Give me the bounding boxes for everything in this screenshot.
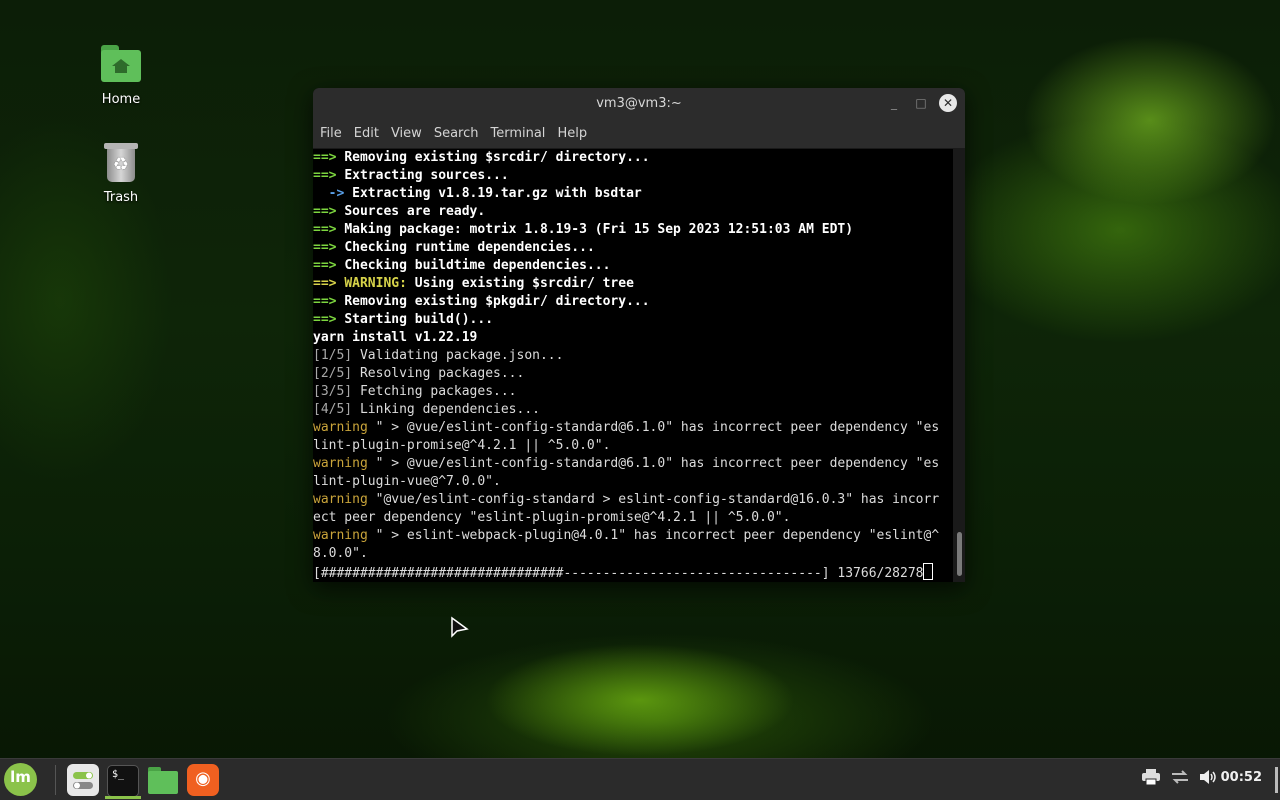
progress-text: [###############################--------…: [313, 566, 924, 581]
terminal-line: -> Extracting v1.8.19.tar.gz with bsdtar: [313, 186, 642, 201]
mint-menu-icon[interactable]: lm: [4, 763, 37, 796]
terminal-icon[interactable]: $_: [107, 765, 139, 797]
trash-icon: ♻: [99, 140, 143, 184]
scrollbar-thumb[interactable]: [957, 532, 962, 576]
menu-view[interactable]: View: [386, 126, 427, 141]
terminal-line: yarn install v1.22.19: [313, 330, 478, 345]
menu-edit[interactable]: Edit: [349, 126, 384, 141]
menubar: File Edit View Search Terminal Help: [313, 119, 965, 149]
terminal-line: ==> Checking buildtime dependencies...: [313, 258, 611, 273]
desktop-icon-label: Home: [101, 92, 141, 107]
firefox-icon[interactable]: ◉: [187, 764, 219, 796]
network-icon[interactable]: [1170, 769, 1190, 789]
terminal-output[interactable]: ==> Removing existing $srcdir/ directory…: [313, 149, 953, 582]
terminal-line: ==> Removing existing $srcdir/ directory…: [313, 150, 650, 165]
terminal-line: ==> Making package: motrix 1.8.19-3 (Fri…: [313, 222, 854, 237]
toggle-icon[interactable]: [67, 764, 99, 796]
terminal-line: ect peer dependency "eslint-plugin-promi…: [313, 510, 791, 525]
maximize-icon[interactable]: □: [914, 96, 928, 110]
menu-search[interactable]: Search: [429, 126, 484, 141]
terminal-line: warning " > eslint-webpack-plugin@4.0.1"…: [313, 528, 940, 543]
terminal-line: ==> Sources are ready.: [313, 204, 486, 219]
active-app-indicator: [105, 796, 141, 799]
terminal-line: warning " > @vue/eslint-config-standard@…: [313, 420, 940, 435]
taskbar-separator: [55, 765, 56, 795]
terminal-line: lint-plugin-vue@^7.0.0".: [313, 474, 501, 489]
desktop-icon-trash[interactable]: ♻ Trash: [81, 140, 161, 205]
taskbar: lm $_ ◉ 00:52: [0, 758, 1280, 800]
terminal-line: ==> WARNING: Using existing $srcdir/ tre…: [313, 276, 634, 291]
terminal-line: warning "@vue/eslint-config-standard > e…: [313, 492, 940, 507]
home-folder-icon: [99, 42, 143, 86]
menu-file[interactable]: File: [315, 126, 347, 141]
terminal-line: ==> Removing existing $pkgdir/ directory…: [313, 294, 650, 309]
terminal-line: warning " > @vue/eslint-config-standard@…: [313, 456, 940, 471]
terminal-line: lint-plugin-promise@^4.2.1 || ^5.0.0".: [313, 438, 611, 453]
terminal-line: [4/5] Linking dependencies...: [313, 402, 540, 417]
terminal-line: ==> Starting build()...: [313, 312, 494, 327]
minimize-icon[interactable]: _: [887, 96, 901, 110]
terminal-window: vm3@vm3:~ _ □ ✕ File Edit View Search Te…: [313, 88, 965, 582]
menu-terminal[interactable]: Terminal: [485, 126, 550, 141]
terminal-line: ==> Extracting sources...: [313, 168, 509, 183]
terminal-line: [1/5] Validating package.json...: [313, 348, 564, 363]
terminal-line: [2/5] Resolving packages...: [313, 366, 525, 381]
close-icon[interactable]: ✕: [939, 94, 957, 112]
desktop-icon-label: Trash: [103, 190, 139, 205]
window-titlebar[interactable]: vm3@vm3:~ _ □ ✕: [313, 88, 965, 119]
printer-icon[interactable]: [1142, 769, 1160, 789]
terminal-line: [3/5] Fetching packages...: [313, 384, 517, 399]
volume-icon[interactable]: [1199, 769, 1217, 789]
show-desktop-button[interactable]: [1275, 767, 1278, 793]
window-title: vm3@vm3:~: [596, 96, 682, 111]
desktop-icon-home[interactable]: Home: [81, 42, 161, 107]
clock[interactable]: 00:52: [1221, 770, 1262, 785]
menu-help[interactable]: Help: [552, 126, 592, 141]
terminal-line: 8.0.0".: [313, 546, 368, 561]
terminal-line: ==> Checking runtime dependencies...: [313, 240, 595, 255]
folder-icon[interactable]: [147, 764, 179, 796]
text-cursor: [923, 563, 934, 580]
progress-line: [###############################--------…: [313, 563, 953, 581]
scrollbar[interactable]: [953, 149, 965, 582]
mouse-pointer-icon: [451, 616, 469, 638]
